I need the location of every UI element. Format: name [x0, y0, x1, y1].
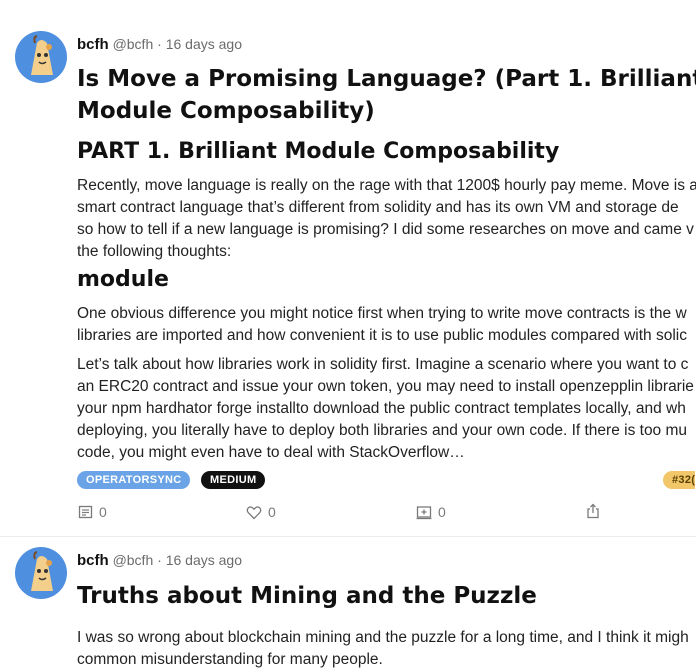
post-meta: bcfh @bcfh · 16 days ago: [77, 552, 242, 569]
post-title-line: Is Move a Promising Language? (Part 1. B…: [77, 66, 696, 92]
comment-count: 0: [99, 504, 107, 520]
share-icon: [587, 503, 599, 519]
number-tag[interactable]: #32(: [663, 471, 696, 489]
collect-count: 0: [438, 504, 446, 520]
like-count: 0: [268, 504, 276, 520]
heart-icon: [246, 505, 262, 519]
text-line: code, you might even have to deal with S…: [77, 444, 465, 461]
text-line: Recently, move language is really on the…: [77, 177, 696, 194]
share-button[interactable]: [586, 503, 600, 519]
text-line: I was so wrong about blockchain mining a…: [77, 629, 689, 646]
text-line: One obvious difference you might notice …: [77, 305, 687, 322]
text-line: so how to tell if a new language is prom…: [77, 221, 694, 238]
post-paragraph: I was so wrong about blockchain mining a…: [77, 627, 696, 671]
collect-icon: [416, 505, 432, 519]
tag-medium[interactable]: MEDIUM: [201, 471, 266, 489]
text-line: Let’s talk about how libraries work in s…: [77, 356, 689, 373]
avatar[interactable]: [15, 31, 67, 83]
avatar[interactable]: [15, 547, 67, 599]
author-handle: @bcfh: [112, 36, 154, 52]
post-subheading: module: [77, 267, 169, 292]
author-name[interactable]: bcfh: [77, 552, 109, 569]
tag-operatorsync[interactable]: OPERATORSYNC: [77, 471, 191, 489]
text-line: the following thoughts:: [77, 243, 232, 260]
post-heading: PART 1. Brilliant Module Composability: [77, 139, 560, 164]
like-button[interactable]: 0: [246, 504, 276, 520]
post-paragraph: Let’s talk about how libraries work in s…: [77, 354, 696, 464]
text-line: an ERC20 contract and issue your own tok…: [77, 378, 694, 395]
author-name[interactable]: bcfh: [77, 36, 109, 53]
post-time: · 16 days ago: [157, 552, 242, 568]
comment-icon: [78, 505, 93, 518]
text-line: smart contract language that’s different…: [77, 199, 679, 216]
text-line: deploying, you literally have to deploy …: [77, 422, 688, 439]
text-line: your npm hardhator forge installto downl…: [77, 400, 686, 417]
post-time: · 16 days ago: [157, 36, 242, 52]
post-card[interactable]: bcfh @bcfh · 16 days ago Is Move a Promi…: [0, 0, 696, 536]
text-line: libraries are imported and how convenien…: [77, 327, 687, 344]
post-paragraph: Recently, move language is really on the…: [77, 175, 696, 263]
post-title[interactable]: Is Move a Promising Language? (Part 1. B…: [77, 63, 696, 127]
post-paragraph: One obvious difference you might notice …: [77, 303, 696, 347]
post-title[interactable]: Truths about Mining and the Puzzle: [77, 580, 687, 612]
post-meta: bcfh @bcfh · 16 days ago: [77, 36, 242, 53]
avatar-image: [31, 551, 53, 591]
post-card[interactable]: bcfh @bcfh · 16 days ago Truths about Mi…: [0, 537, 696, 670]
comment-button[interactable]: 0: [78, 504, 107, 520]
avatar-image: [31, 35, 53, 75]
post-title-line: Module Composability): [77, 98, 375, 124]
text-line: common misunderstanding for many people.: [77, 651, 383, 668]
author-handle: @bcfh: [112, 552, 154, 568]
collect-button[interactable]: 0: [416, 504, 446, 520]
